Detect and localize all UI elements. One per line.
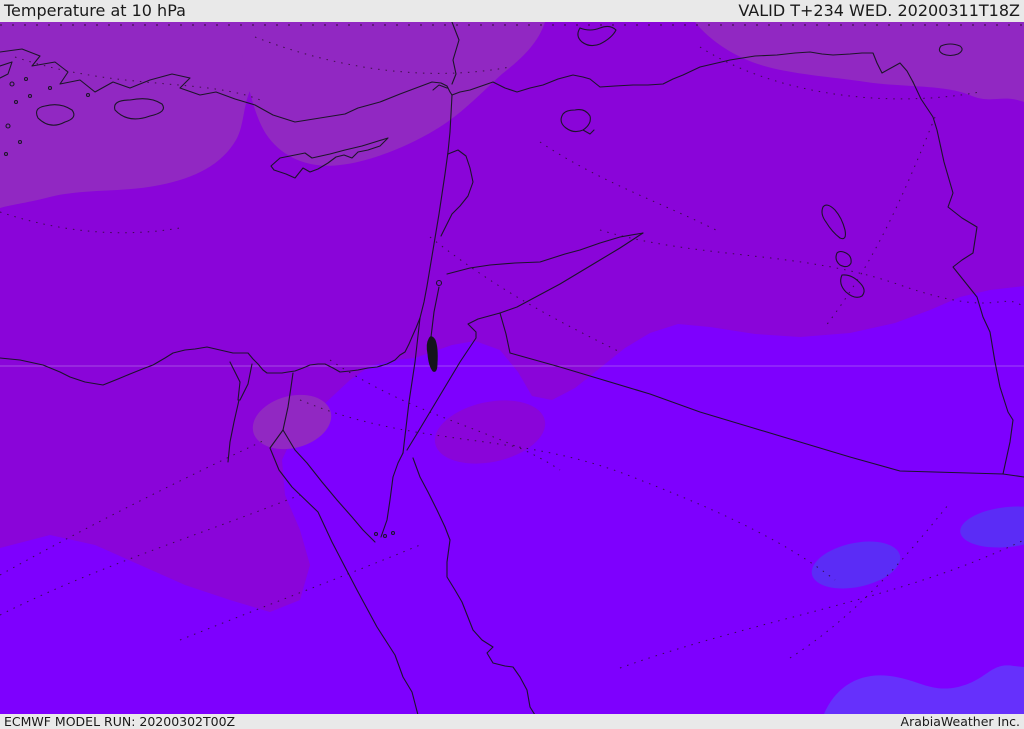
header-bar: Temperature at 10 hPa VALID T+234 WED. 2… — [0, 0, 1024, 22]
model-run-label: ECMWF MODEL RUN: 20200302T00Z — [4, 714, 236, 729]
page-title: Temperature at 10 hPa — [4, 1, 186, 20]
footer-bar: ECMWF MODEL RUN: 20200302T00Z ArabiaWeat… — [0, 714, 1024, 729]
temperature-map-svg — [0, 22, 1024, 714]
map-area — [0, 22, 1024, 714]
credit-label: ArabiaWeather Inc. — [900, 714, 1020, 729]
valid-time-label: VALID T+234 WED. 20200311T18Z — [738, 1, 1020, 20]
weather-map-frame: Temperature at 10 hPa VALID T+234 WED. 2… — [0, 0, 1024, 729]
